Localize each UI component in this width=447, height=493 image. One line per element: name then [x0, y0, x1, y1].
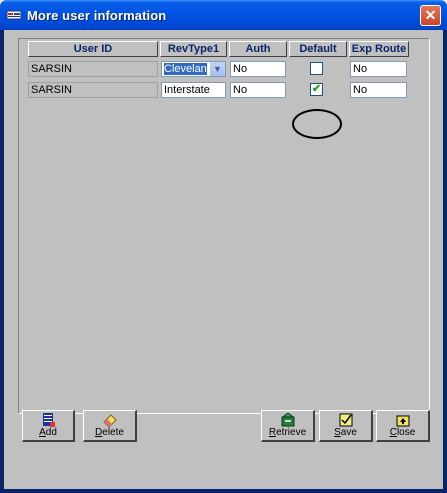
- app-icon: [6, 10, 22, 20]
- retrieve-button-label: Retrieve: [268, 427, 307, 438]
- retrieve-button[interactable]: Retrieve: [261, 410, 315, 442]
- close-button-label: Close: [389, 427, 416, 438]
- chevron-down-icon[interactable]: ▼: [209, 62, 225, 76]
- retrieve-icon: [281, 413, 294, 427]
- eraser-icon: [102, 414, 117, 427]
- user-info-grid: User ID RevType1 Auth Default Exp Route …: [18, 38, 430, 414]
- close-folder-icon: [396, 415, 409, 427]
- add-button[interactable]: Add: [22, 410, 75, 442]
- column-header-exp-route[interactable]: Exp Route: [349, 41, 409, 57]
- add-button-label: Add: [39, 427, 57, 438]
- column-header-default[interactable]: Default: [289, 41, 347, 57]
- cell-user-id[interactable]: SARSIN: [28, 82, 158, 98]
- delete-button[interactable]: Delete: [83, 410, 137, 442]
- save-button[interactable]: Save: [319, 410, 373, 442]
- cell-auth[interactable]: No: [230, 61, 286, 77]
- column-header-revtype1[interactable]: RevType1: [160, 41, 227, 57]
- dialog-window: More user information ✕ User ID RevType1…: [0, 0, 447, 493]
- dialog-body: User ID RevType1 Auth Default Exp Route …: [4, 30, 443, 489]
- title-bar[interactable]: More user information ✕: [0, 0, 447, 30]
- checkmark-icon: ✔: [311, 83, 322, 95]
- delete-button-label: Delete: [95, 427, 124, 438]
- window-close-button[interactable]: ✕: [420, 5, 441, 26]
- revtype1-selected-value: Clevelan: [163, 62, 208, 76]
- window-title: More user information: [27, 8, 167, 23]
- column-header-auth[interactable]: Auth: [229, 41, 287, 57]
- save-icon: [339, 413, 352, 427]
- cell-exp-route[interactable]: No: [350, 61, 407, 77]
- column-header-user-id[interactable]: User ID: [28, 41, 158, 57]
- cell-revtype1[interactable]: Interstate: [161, 82, 226, 98]
- default-checkbox-checked[interactable]: ✔: [310, 83, 323, 96]
- revtype1-dropdown[interactable]: Clevelan ▼: [161, 61, 226, 77]
- cell-user-id[interactable]: SARSIN: [28, 61, 158, 77]
- add-record-icon: [43, 413, 55, 427]
- close-button[interactable]: Close: [376, 410, 430, 442]
- highlight-circle-annotation: [292, 109, 342, 139]
- save-button-label: Save: [334, 427, 357, 438]
- default-checkbox[interactable]: [310, 62, 323, 75]
- cell-auth[interactable]: No: [230, 82, 286, 98]
- cell-exp-route[interactable]: No: [350, 82, 407, 98]
- close-icon: ✕: [424, 7, 437, 23]
